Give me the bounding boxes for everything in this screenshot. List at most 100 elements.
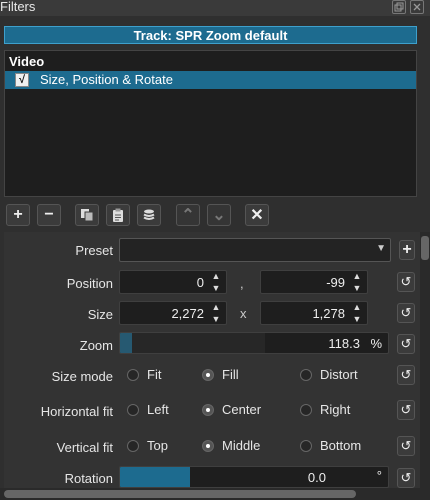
position-y-value: -99 xyxy=(326,275,345,290)
size-mode-label: Size mode xyxy=(51,369,113,384)
horizontal-fit-right-radio[interactable] xyxy=(300,404,312,416)
size-mode-reset-button[interactable]: ↺ xyxy=(397,365,415,385)
filter-enabled-checkbox[interactable]: √ xyxy=(15,73,29,87)
horizontal-scrollbar-thumb[interactable] xyxy=(4,490,356,498)
size-mode-fit-label: Fit xyxy=(147,367,162,382)
list-header-video: Video xyxy=(9,54,45,69)
rotation-slider-fill xyxy=(120,467,190,487)
add-filter-button[interactable]: + xyxy=(6,204,30,226)
copy-filter-button[interactable] xyxy=(75,204,99,226)
stepper-down-icon: ▼ xyxy=(211,283,221,293)
copy-icon xyxy=(81,209,94,222)
preset-label: Preset xyxy=(75,243,113,258)
size-height-input[interactable]: 1,278 ▲ ▼ xyxy=(260,301,368,325)
add-icon: + xyxy=(13,206,23,223)
stepper-up-icon: ▲ xyxy=(211,302,221,312)
filter-list[interactable]: Video √ Size, Position & Rotate xyxy=(4,50,417,197)
undo-icon: ↺ xyxy=(400,438,412,453)
zoom-unit: % xyxy=(370,336,382,351)
zoom-label: Zoom xyxy=(79,338,113,353)
rotation-slider[interactable]: 0.0 ° xyxy=(119,466,389,488)
vertical-fit-middle-label: Middle xyxy=(222,438,261,453)
stepper-up-icon: ▲ xyxy=(352,302,362,312)
move-down-button[interactable]: ⌄ xyxy=(207,204,231,226)
track-name: Track: SPR Zoom default xyxy=(133,27,288,43)
paste-icon xyxy=(113,208,123,222)
position-x-stepper[interactable]: ▲ ▼ xyxy=(207,271,225,293)
window-title: Filters xyxy=(0,0,36,14)
size-mode-distort-label: Distort xyxy=(320,367,358,382)
size-separator: x xyxy=(240,306,247,321)
size-mode-fill-radio[interactable] xyxy=(202,369,214,381)
position-x-input[interactable]: 0 ▲ ▼ xyxy=(119,270,227,294)
size-mode-distort-radio[interactable] xyxy=(300,369,312,381)
close-icon xyxy=(413,3,421,11)
vertical-fit-top-radio[interactable] xyxy=(127,440,139,452)
undo-icon: ↺ xyxy=(400,336,412,351)
list-item-label: Size, Position & Rotate xyxy=(40,72,173,87)
stack-icon xyxy=(143,209,155,220)
size-width-input[interactable]: 2,272 ▲ ▼ xyxy=(119,301,227,325)
vertical-fit-top-label: Top xyxy=(147,438,168,453)
size-height-stepper[interactable]: ▲ ▼ xyxy=(348,302,366,324)
vertical-scrollbar-thumb[interactable] xyxy=(421,236,429,260)
horizontal-fit-center-label: Center xyxy=(222,402,262,417)
rotation-label: Rotation xyxy=(64,471,113,486)
add-preset-icon: + xyxy=(402,241,412,258)
position-y-stepper[interactable]: ▲ ▼ xyxy=(348,271,366,293)
stepper-down-icon: ▼ xyxy=(352,314,362,324)
stepper-up-icon: ▲ xyxy=(352,271,362,281)
undo-icon: ↺ xyxy=(400,470,412,485)
vertical-fit-bottom-label: Bottom xyxy=(320,438,362,453)
position-y-input[interactable]: -99 ▲ ▼ xyxy=(260,270,368,294)
float-window-button[interactable] xyxy=(392,0,406,14)
zoom-reset-button[interactable]: ↺ xyxy=(397,334,415,354)
chevron-down-icon: ▼ xyxy=(376,243,386,254)
move-up-icon: ⌃ xyxy=(181,207,195,224)
size-width-value: 2,272 xyxy=(171,306,204,321)
move-down-icon: ⌄ xyxy=(212,207,226,224)
remove-filter-button[interactable]: − xyxy=(37,204,61,226)
move-up-button[interactable]: ⌃ xyxy=(176,204,200,226)
zoom-slider-track xyxy=(120,333,265,353)
horizontal-fit-reset-button[interactable]: ↺ xyxy=(397,400,415,420)
size-mode-fit-radio[interactable] xyxy=(127,369,139,381)
paste-filter-button[interactable] xyxy=(106,204,130,226)
undo-icon: ↺ xyxy=(400,367,412,382)
size-mode-fill-label: Fill xyxy=(222,367,239,382)
rotation-value: 0.0 xyxy=(307,470,326,485)
close-window-button[interactable] xyxy=(410,0,424,14)
list-item[interactable]: √ Size, Position & Rotate xyxy=(5,71,416,89)
undo-icon: ↺ xyxy=(400,274,412,289)
vertical-fit-bottom-radio[interactable] xyxy=(300,440,312,452)
position-x-value: 0 xyxy=(196,275,204,290)
stepper-up-icon: ▲ xyxy=(211,271,221,281)
title-bar xyxy=(0,0,430,16)
horizontal-fit-left-label: Left xyxy=(147,402,169,417)
float-icon xyxy=(394,2,404,12)
add-preset-button[interactable]: + xyxy=(399,240,415,260)
zoom-value: 118.3 xyxy=(328,336,360,351)
size-label: Size xyxy=(87,307,113,322)
rotation-unit: ° xyxy=(376,468,382,483)
undo-icon: ↺ xyxy=(400,402,412,417)
size-width-stepper[interactable]: ▲ ▼ xyxy=(207,302,225,324)
horizontal-fit-left-radio[interactable] xyxy=(127,404,139,416)
horizontal-fit-label: Horizontal fit xyxy=(40,404,113,419)
track-name-bar: Track: SPR Zoom default xyxy=(4,26,417,44)
undo-icon: ↺ xyxy=(400,305,412,320)
vertical-fit-label: Vertical fit xyxy=(56,440,113,455)
vertical-fit-reset-button[interactable]: ↺ xyxy=(397,436,415,456)
horizontal-fit-center-radio[interactable] xyxy=(202,404,214,416)
deselect-filter-button[interactable]: ✕ xyxy=(245,204,269,226)
preset-select[interactable]: ▼ xyxy=(119,238,391,262)
size-height-value: 1,278 xyxy=(312,306,345,321)
position-reset-button[interactable]: ↺ xyxy=(397,272,415,292)
deselect-icon: ✕ xyxy=(250,207,264,224)
rotation-reset-button[interactable]: ↺ xyxy=(397,468,415,488)
zoom-slider[interactable]: 118.3 % xyxy=(119,332,389,354)
vertical-fit-middle-radio[interactable] xyxy=(202,440,214,452)
size-reset-button[interactable]: ↺ xyxy=(397,303,415,323)
vertical-scrollbar[interactable] xyxy=(420,232,430,494)
save-preset-button[interactable] xyxy=(137,204,161,226)
